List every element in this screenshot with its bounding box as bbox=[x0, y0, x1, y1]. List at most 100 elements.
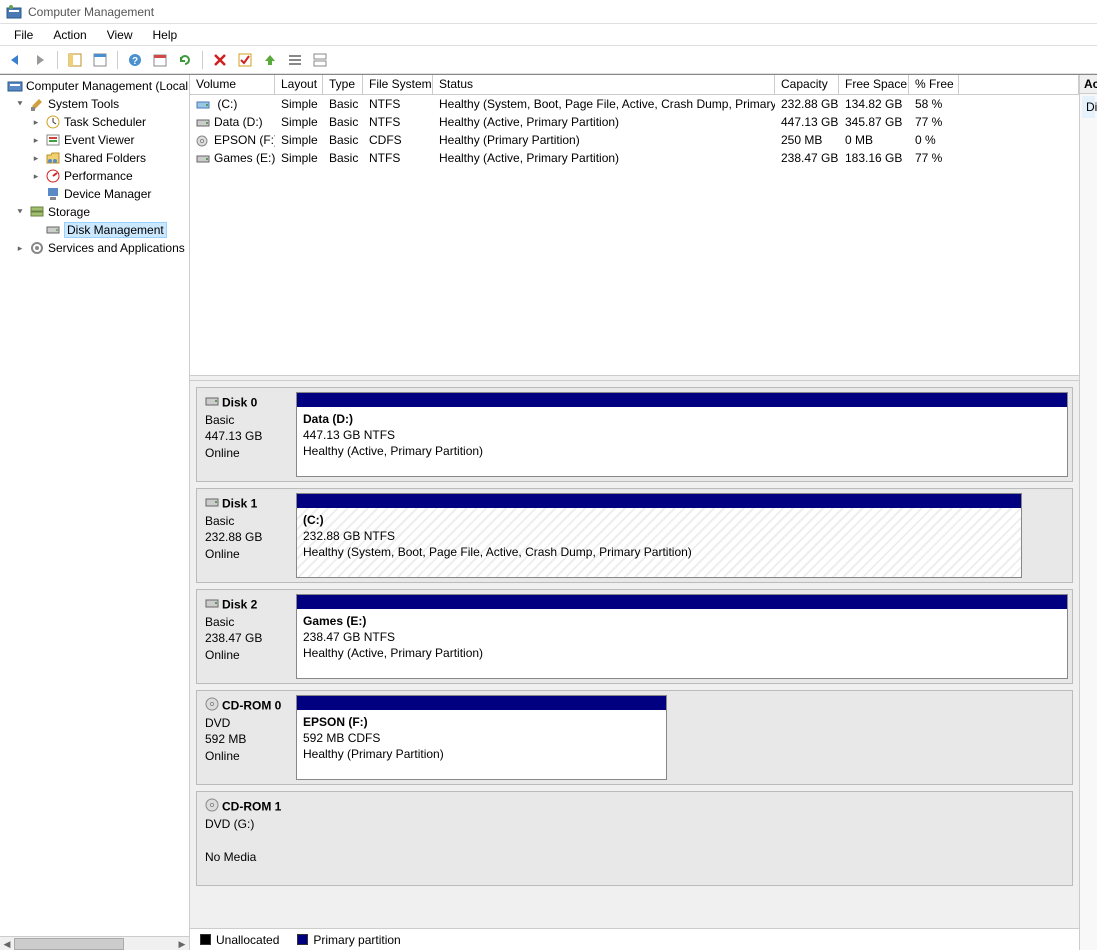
cell-pct: 77 % bbox=[909, 115, 959, 129]
cell-pct: 58 % bbox=[909, 97, 959, 111]
disk-icon bbox=[205, 596, 219, 614]
tree-event-viewer[interactable]: ▸ Event Viewer bbox=[0, 131, 189, 149]
tree-label: Device Manager bbox=[64, 187, 151, 201]
cell-capacity: 447.13 GB bbox=[775, 115, 839, 129]
col-capacity[interactable]: Capacity bbox=[775, 75, 839, 94]
tree-label: Performance bbox=[64, 169, 133, 183]
clock-icon bbox=[45, 114, 61, 130]
col-free-space[interactable]: Free Space bbox=[839, 75, 909, 94]
back-icon[interactable] bbox=[4, 49, 26, 71]
disk-row[interactable]: Disk 0Basic447.13 GBOnlineData (D:)447.1… bbox=[196, 387, 1073, 482]
menu-file[interactable]: File bbox=[4, 26, 43, 43]
tree-services[interactable]: ▸ Services and Applications bbox=[0, 239, 189, 257]
col-layout[interactable]: Layout bbox=[275, 75, 323, 94]
menu-action[interactable]: Action bbox=[43, 26, 96, 43]
legend-label: Unallocated bbox=[216, 933, 279, 947]
window-title: Computer Management bbox=[28, 5, 154, 19]
disk-graphical-view[interactable]: Disk 0Basic447.13 GBOnlineData (D:)447.1… bbox=[190, 381, 1079, 928]
tree-pane: Computer Management (Local ⯆ System Tool… bbox=[0, 75, 190, 950]
partition[interactable]: (C:)232.88 GB NTFSHealthy (System, Boot,… bbox=[296, 493, 1022, 578]
expand-icon[interactable]: ▸ bbox=[30, 171, 42, 182]
show-hide-tree-icon[interactable] bbox=[64, 49, 86, 71]
partition-body: (C:)232.88 GB NTFSHealthy (System, Boot,… bbox=[297, 508, 1021, 577]
device-icon bbox=[45, 186, 61, 202]
toolbar-separator bbox=[117, 51, 118, 69]
blank-expand bbox=[30, 225, 42, 235]
volume-row[interactable]: EPSON (F:)SimpleBasicCDFSHealthy (Primar… bbox=[190, 131, 1079, 149]
menubar: File Action View Help bbox=[0, 24, 1097, 46]
col-volume[interactable]: Volume bbox=[190, 75, 275, 94]
actions-pane: Actions Disk Management bbox=[1079, 75, 1097, 950]
volume-list[interactable]: (C:)SimpleBasicNTFSHealthy (System, Boot… bbox=[190, 95, 1079, 375]
partition[interactable]: Games (E:)238.47 GB NTFSHealthy (Active,… bbox=[296, 594, 1068, 679]
forward-icon[interactable] bbox=[29, 49, 51, 71]
actions-item[interactable]: Disk Management bbox=[1082, 96, 1095, 118]
volume-row[interactable]: Games (E:)SimpleBasicNTFSHealthy (Active… bbox=[190, 149, 1079, 167]
cell-free: 134.82 GB bbox=[839, 97, 909, 111]
menu-view[interactable]: View bbox=[97, 26, 143, 43]
tree-root[interactable]: Computer Management (Local bbox=[0, 77, 189, 95]
tree-root-label: Computer Management (Local bbox=[26, 79, 188, 93]
volume-list-header: Volume Layout Type File System Status Ca… bbox=[190, 75, 1079, 95]
partition[interactable]: Data (D:)447.13 GB NTFSHealthy (Active, … bbox=[296, 392, 1068, 477]
tree-system-tools[interactable]: ⯆ System Tools bbox=[0, 95, 189, 113]
check-icon[interactable] bbox=[234, 49, 256, 71]
shared-folder-icon bbox=[45, 150, 61, 166]
blank-expand bbox=[30, 189, 42, 199]
legend-swatch-black bbox=[200, 934, 211, 945]
properties-icon[interactable] bbox=[89, 49, 111, 71]
menu-help[interactable]: Help bbox=[143, 26, 188, 43]
tree-shared-folders[interactable]: ▸ Shared Folders bbox=[0, 149, 189, 167]
disk-partitions: (C:)232.88 GB NTFSHealthy (System, Boot,… bbox=[292, 489, 1072, 582]
expand-icon[interactable]: ⯆ bbox=[14, 99, 26, 110]
main-area: Computer Management (Local ⯆ System Tool… bbox=[0, 74, 1097, 950]
tree-label: Disk Management bbox=[64, 222, 167, 238]
tree-disk-management[interactable]: Disk Management bbox=[0, 221, 189, 239]
col-status[interactable]: Status bbox=[433, 75, 775, 94]
partition-body: Games (E:)238.47 GB NTFSHealthy (Active,… bbox=[297, 609, 1067, 678]
col-file-system[interactable]: File System bbox=[363, 75, 433, 94]
tree-device-manager[interactable]: Device Manager bbox=[0, 185, 189, 203]
tree-task-scheduler[interactable]: ▸ Task Scheduler bbox=[0, 113, 189, 131]
disk-icon bbox=[205, 495, 219, 513]
disk-row[interactable]: Disk 1Basic232.88 GBOnline (C:)232.88 GB… bbox=[196, 488, 1073, 583]
refresh-icon[interactable] bbox=[174, 49, 196, 71]
list-view-icon[interactable] bbox=[284, 49, 306, 71]
cell-layout: Simple bbox=[275, 151, 323, 165]
partition[interactable]: EPSON (F:)592 MB CDFSHealthy (Primary Pa… bbox=[296, 695, 667, 780]
up-icon[interactable] bbox=[259, 49, 281, 71]
disk-row[interactable]: CD-ROM 1DVD (G:)No Media bbox=[196, 791, 1073, 886]
disk-info: CD-ROM 0DVD592 MBOnline bbox=[197, 691, 292, 784]
cell-pct: 77 % bbox=[909, 151, 959, 165]
disk-row[interactable]: CD-ROM 0DVD592 MBOnlineEPSON (F:)592 MB … bbox=[196, 690, 1073, 785]
toolbar: ? bbox=[0, 46, 1097, 74]
col-type[interactable]: Type bbox=[323, 75, 363, 94]
cell-volume: Data (D:) bbox=[190, 115, 275, 129]
volume-row[interactable]: (C:)SimpleBasicNTFSHealthy (System, Boot… bbox=[190, 95, 1079, 113]
partition-color-bar bbox=[297, 393, 1067, 407]
help-icon[interactable]: ? bbox=[124, 49, 146, 71]
cell-type: Basic bbox=[323, 151, 363, 165]
cell-pct: 0 % bbox=[909, 133, 959, 147]
partition-body: EPSON (F:)592 MB CDFSHealthy (Primary Pa… bbox=[297, 710, 666, 779]
expand-icon[interactable]: ⯆ bbox=[14, 207, 26, 218]
expand-icon[interactable]: ▸ bbox=[30, 117, 42, 128]
expand-icon[interactable]: ▸ bbox=[30, 153, 42, 164]
cell-capacity: 238.47 GB bbox=[775, 151, 839, 165]
horizontal-scrollbar[interactable]: ◀ ▶ bbox=[0, 936, 189, 950]
tree-storage[interactable]: ⯆ Storage bbox=[0, 203, 189, 221]
calendar-icon[interactable] bbox=[149, 49, 171, 71]
nav-tree[interactable]: Computer Management (Local ⯆ System Tool… bbox=[0, 75, 189, 936]
col-pct-free[interactable]: % Free bbox=[909, 75, 959, 94]
volume-row[interactable]: Data (D:)SimpleBasicNTFSHealthy (Active,… bbox=[190, 113, 1079, 131]
disk-row[interactable]: Disk 2Basic238.47 GBOnlineGames (E:)238.… bbox=[196, 589, 1073, 684]
expand-icon[interactable]: ▸ bbox=[14, 243, 26, 254]
delete-icon[interactable] bbox=[209, 49, 231, 71]
detail-view-icon[interactable] bbox=[309, 49, 331, 71]
legend-primary: Primary partition bbox=[297, 933, 400, 947]
tree-label: Task Scheduler bbox=[64, 115, 146, 129]
expand-icon[interactable]: ▸ bbox=[30, 135, 42, 146]
titlebar: Computer Management bbox=[0, 0, 1097, 24]
tree-performance[interactable]: ▸ Performance bbox=[0, 167, 189, 185]
disk-icon bbox=[45, 222, 61, 238]
